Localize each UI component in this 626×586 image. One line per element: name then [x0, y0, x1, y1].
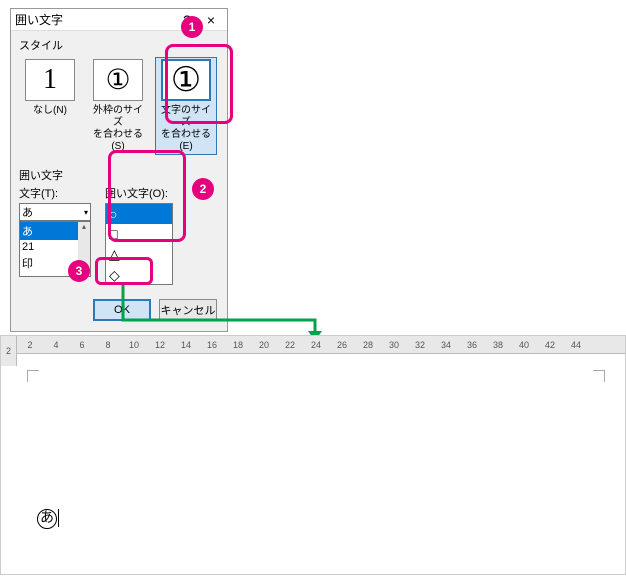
enclose-row: 文字(T): あ ▾ あ 21 印 秘 ▴ ▾ 囲い文字(O):	[11, 185, 227, 293]
style-shrink-border-label: 外枠のサイズ を合わせる(S)	[89, 105, 147, 153]
ruler-tick: 22	[277, 340, 303, 350]
ruler-tick: 32	[407, 340, 433, 350]
ruler-tick: 24	[303, 340, 329, 350]
ruler-tick: 36	[459, 340, 485, 350]
document-page[interactable]: あ	[17, 366, 615, 564]
chevron-down-icon: ▾	[84, 208, 88, 217]
ruler-horizontal: 2 4 6 8 10 12 14 16 18 20 22 24 26 28 30…	[17, 336, 625, 354]
list-item[interactable]: 21	[20, 240, 78, 254]
ruler-tick: 26	[329, 340, 355, 350]
ruler-tick: 44	[563, 340, 589, 350]
ruler-tick: 34	[433, 340, 459, 350]
shape-column: 囲い文字(O): ○ □ △ ◇	[105, 185, 173, 285]
list-item[interactable]: ○	[106, 204, 172, 224]
ruler-tick: 12	[147, 340, 173, 350]
style-none-label: なし(N)	[21, 105, 79, 117]
ruler-tick: 38	[485, 340, 511, 350]
button-row: OK キャンセル	[11, 293, 227, 331]
enclose-char-dialog: 囲い文字 ? × スタイル 1 なし(N) ① 外枠のサイズ を合わせる(S) …	[10, 8, 228, 332]
ruler-tick: 8	[95, 340, 121, 350]
char-label: 文字(T):	[19, 185, 91, 201]
char-combo-value: あ	[22, 204, 33, 220]
enclosed-character: あ	[37, 509, 57, 529]
document-content: あ	[37, 506, 59, 529]
ruler-vertical: 2	[1, 336, 17, 366]
ruler-tick: 14	[173, 340, 199, 350]
list-item[interactable]: □	[106, 224, 172, 244]
style-shrink-text[interactable]: ① 文字のサイズ を合わせる(E)	[155, 57, 217, 155]
ruler-tick: 6	[69, 340, 95, 350]
step-badge-2: 2	[192, 178, 214, 200]
document-area: 2 2 4 6 8 10 12 14 16 18 20 22 24 26 28 …	[0, 335, 626, 575]
ruler-tick: 40	[511, 340, 537, 350]
ruler-tick: 16	[199, 340, 225, 350]
list-item[interactable]: ◇	[106, 265, 172, 285]
margin-corner-tr	[593, 370, 605, 382]
list-item[interactable]: △	[106, 244, 172, 264]
style-none-preview: 1	[25, 59, 75, 101]
style-options: 1 なし(N) ① 外枠のサイズ を合わせる(S) ① 文字のサイズ を合わせる…	[11, 55, 227, 161]
step-badge-1: 1	[181, 16, 203, 38]
ruler-tick: 20	[251, 340, 277, 350]
ruler-tick: 10	[121, 340, 147, 350]
style-shrink-border-preview: ①	[93, 59, 143, 101]
style-shrink-text-preview: ①	[161, 59, 211, 101]
style-shrink-border[interactable]: ① 外枠のサイズ を合わせる(S)	[87, 57, 149, 155]
ruler-tick: 2	[17, 340, 43, 350]
shape-label: 囲い文字(O):	[105, 185, 173, 201]
list-item[interactable]: あ	[20, 222, 78, 240]
ok-button[interactable]: OK	[93, 299, 151, 321]
scroll-up-icon[interactable]: ▴	[82, 222, 86, 231]
style-shrink-text-label: 文字のサイズ を合わせる(E)	[157, 105, 215, 153]
cancel-button[interactable]: キャンセル	[159, 299, 217, 321]
step-badge-3: 3	[68, 260, 90, 282]
ruler-tick: 30	[381, 340, 407, 350]
shape-listbox[interactable]: ○ □ △ ◇	[105, 203, 173, 285]
ruler-tick: 4	[43, 340, 69, 350]
ruler-tick: 42	[537, 340, 563, 350]
margin-corner-tl	[27, 370, 39, 382]
dialog-title: 囲い文字	[15, 11, 175, 28]
text-cursor	[58, 509, 59, 527]
char-combo[interactable]: あ ▾	[19, 203, 91, 221]
style-none[interactable]: 1 なし(N)	[19, 57, 81, 155]
ruler-tick: 28	[355, 340, 381, 350]
ruler-tick: 18	[225, 340, 251, 350]
